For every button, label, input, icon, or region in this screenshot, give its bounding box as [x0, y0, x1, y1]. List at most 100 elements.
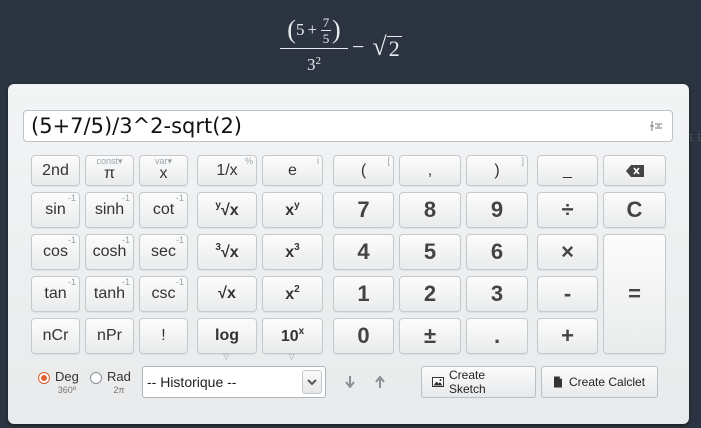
formula-den-base: 3 — [307, 55, 316, 74]
digit-6-button[interactable]: 6 — [466, 234, 528, 270]
inverse-mark: -1 — [121, 235, 130, 245]
digit-9-button[interactable]: 9 — [466, 192, 528, 228]
digit-2-button[interactable]: 2 — [399, 276, 461, 312]
digit-1-button[interactable]: 1 — [333, 276, 394, 312]
digit-6-label: 6 — [490, 239, 504, 264]
underscore-button[interactable]: _ — [537, 155, 598, 186]
formula-minus: − — [352, 34, 365, 59]
square-exp: 2 — [294, 284, 300, 295]
sin-button[interactable]: -1 sin — [31, 192, 80, 228]
rad-label: Rad — [107, 369, 131, 384]
sec-label: sec — [151, 243, 176, 260]
square-label: x2 — [285, 284, 299, 304]
input-mode-icon[interactable] — [649, 119, 663, 133]
digit-0-button[interactable]: 0 — [333, 318, 394, 354]
deg-label: Deg — [55, 369, 79, 384]
deg-radio-option[interactable]: Deg 360º — [38, 369, 79, 396]
sec-button[interactable]: -1 sec — [139, 234, 188, 270]
resize-grip[interactable]: ⋮⋮ — [687, 134, 701, 146]
sinh-button[interactable]: -1 sinh — [85, 192, 134, 228]
log-button[interactable]: log ▽ — [197, 318, 257, 361]
digit-3-button[interactable]: 3 — [466, 276, 528, 312]
decimal-button[interactable]: . — [466, 318, 528, 354]
var-menu-label: var▾ — [154, 156, 173, 166]
history-down-button[interactable] — [342, 374, 358, 390]
clear-label: C — [626, 197, 643, 222]
rad-radio[interactable] — [90, 372, 102, 384]
multiply-button[interactable]: × — [537, 234, 598, 270]
formula-tail: − √ 2 — [352, 32, 402, 62]
variable-button[interactable]: var▾ x — [139, 155, 188, 186]
reciprocal-label: 1/x — [216, 161, 238, 179]
sin-label: sin — [45, 201, 66, 218]
sinh-label: sinh — [94, 201, 125, 218]
deg-radio[interactable] — [38, 372, 50, 384]
history-up-button[interactable] — [372, 374, 388, 390]
cube-exp: 3 — [294, 242, 300, 253]
cos-label: cos — [43, 243, 68, 260]
cube-label: x3 — [285, 242, 299, 262]
e-button[interactable]: ie — [262, 155, 323, 186]
tan-button[interactable]: -1 tan — [31, 276, 80, 312]
square-button[interactable]: x2 — [262, 276, 323, 312]
clear-button[interactable]: C — [603, 192, 666, 228]
reciprocal-button[interactable]: % 1/x — [197, 155, 257, 186]
divide-button[interactable]: ÷ — [537, 192, 598, 228]
plus-minus-button[interactable]: ± — [399, 318, 461, 354]
cube-root-button[interactable]: 3√x — [197, 234, 257, 270]
digit-4-button[interactable]: 4 — [333, 234, 394, 270]
close-paren-button[interactable]: ]) — [466, 155, 528, 186]
const-menu-label: const▾ — [96, 156, 123, 166]
csc-button[interactable]: -1 csc — [139, 276, 188, 312]
underscore-label: _ — [563, 161, 572, 179]
power-button[interactable]: xy — [262, 192, 323, 228]
formula-inner-den: 5 — [322, 30, 330, 46]
digit-7-button[interactable]: 7 — [333, 192, 394, 228]
create-sketch-button[interactable]: Create Sketch — [421, 366, 536, 398]
percent-alt-label: % — [244, 156, 253, 166]
cosh-button[interactable]: -1 cosh — [85, 234, 134, 270]
log-label: log — [215, 327, 239, 344]
npr-button[interactable]: nPr — [85, 318, 134, 354]
cube-base: x — [285, 244, 295, 261]
formula-radical: √ 2 — [372, 33, 402, 61]
ten-power-button[interactable]: 10x ▽ — [262, 318, 323, 361]
ncr-button[interactable]: nCr — [31, 318, 80, 354]
equals-button[interactable]: = — [603, 234, 666, 354]
create-calclet-label: Create Calclet — [569, 375, 646, 389]
backspace-icon — [625, 164, 644, 177]
digit-5-button[interactable]: 5 — [399, 234, 461, 270]
document-icon — [554, 376, 562, 388]
create-calclet-button[interactable]: Create Calclet — [541, 366, 658, 398]
history-select[interactable]: -- Historique -- — [142, 366, 326, 398]
factorial-button[interactable]: ! — [139, 318, 188, 354]
comma-button[interactable]: , — [399, 155, 461, 186]
cot-button[interactable]: -1 cot — [139, 192, 188, 228]
digit-5-label: 5 — [423, 239, 437, 264]
subtract-label: - — [563, 281, 572, 306]
pi-button[interactable]: const▾ π — [85, 155, 134, 186]
open-paren-label: ( — [360, 161, 367, 179]
open-paren-button[interactable]: [( — [333, 155, 394, 186]
cos-button[interactable]: -1 cos — [31, 234, 80, 270]
cube-button[interactable]: x3 — [262, 234, 323, 270]
second-label: 2nd — [42, 161, 69, 179]
backspace-button[interactable] — [603, 155, 666, 186]
yth-root-label: y√x — [215, 200, 238, 220]
digit-8-label: 8 — [423, 197, 437, 222]
tanh-button[interactable]: -1 tanh — [85, 276, 134, 312]
digit-8-button[interactable]: 8 — [399, 192, 461, 228]
expression-text: (5+7/5)/3^2-sqrt(2) — [31, 114, 242, 138]
create-sketch-label: Create Sketch — [449, 368, 486, 396]
close-paren-label: ) — [494, 161, 500, 179]
subtract-button[interactable]: - — [537, 276, 598, 312]
history-dropdown-button[interactable] — [302, 370, 322, 394]
history-selected-value: -- Historique -- — [147, 374, 237, 390]
expression-input[interactable]: (5+7/5)/3^2-sqrt(2) — [23, 110, 673, 142]
second-button[interactable]: 2nd — [31, 155, 80, 186]
rad-radio-option[interactable]: Rad 2π — [90, 369, 131, 396]
square-root-button[interactable]: √x — [197, 276, 257, 312]
yth-root-button[interactable]: y√x — [197, 192, 257, 228]
inverse-mark: -1 — [67, 193, 76, 203]
add-button[interactable]: + — [537, 318, 598, 354]
